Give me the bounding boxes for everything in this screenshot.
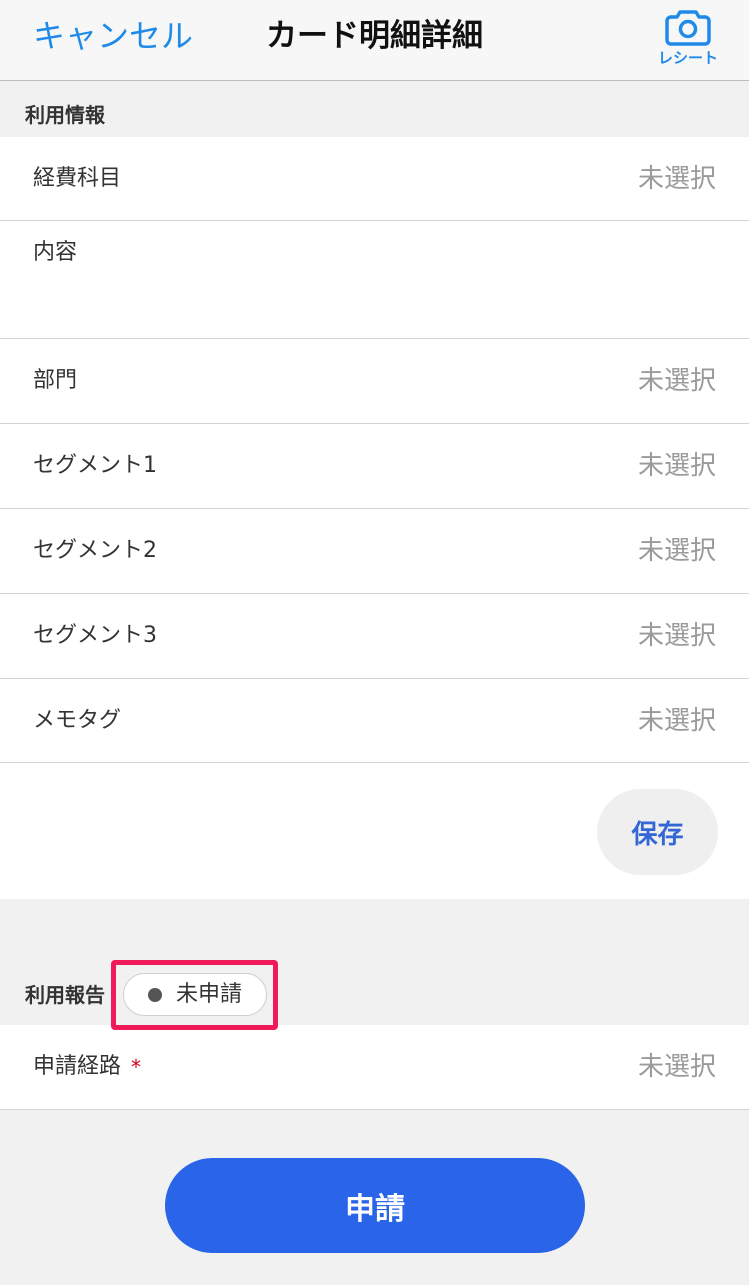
nav-header: キャンセル カード明細詳細 レシート bbox=[0, 0, 749, 81]
memo-tag-row[interactable]: メモタグ 未選択 bbox=[0, 679, 749, 763]
row-label: 部門 bbox=[33, 368, 78, 393]
approval-route-label: 申請経路 * bbox=[33, 1052, 141, 1082]
receipt-button[interactable]: レシート bbox=[648, 6, 728, 72]
row-label: 経費科目 bbox=[33, 165, 122, 191]
row-value: 未選択 bbox=[637, 536, 716, 566]
content-row[interactable]: 内容 bbox=[0, 221, 749, 339]
row-label: セグメント3 bbox=[33, 623, 157, 648]
approval-route-row[interactable]: 申請経路 * 未選択 bbox=[0, 1025, 749, 1110]
usage-info-list: 経費科目 未選択 内容 部門 未選択 セグメント1 未選択 セグメント2 未選択… bbox=[0, 137, 749, 899]
required-mark: * bbox=[131, 1055, 142, 1079]
expense-account-row[interactable]: 経費科目 未選択 bbox=[0, 137, 749, 221]
segment-2-row[interactable]: セグメント2 未選択 bbox=[0, 509, 749, 594]
row-value: 未選択 bbox=[637, 366, 716, 396]
save-area: 保存 bbox=[0, 763, 749, 899]
cancel-button[interactable]: キャンセル bbox=[33, 13, 193, 59]
row-label: セグメント2 bbox=[33, 538, 157, 563]
row-label: セグメント1 bbox=[33, 453, 157, 478]
camera-icon bbox=[665, 10, 711, 46]
status-dot-icon bbox=[148, 988, 162, 1002]
department-row[interactable]: 部門 未選択 bbox=[0, 339, 749, 424]
approval-route-value: 未選択 bbox=[637, 1052, 716, 1082]
row-value: 未選択 bbox=[637, 621, 716, 651]
usage-info-section-header: 利用情報 bbox=[0, 81, 749, 137]
status-label: 未申請 bbox=[176, 982, 243, 1007]
save-button[interactable]: 保存 bbox=[597, 789, 718, 875]
usage-report-section-header: 利用報告 未申請 bbox=[0, 899, 749, 1030]
page-title: カード明細詳細 bbox=[266, 18, 483, 54]
approval-route-label-text: 申請経路 bbox=[33, 1054, 122, 1079]
submit-button[interactable]: 申請 bbox=[165, 1158, 585, 1253]
row-value: 未選択 bbox=[637, 163, 716, 194]
row-value: 未選択 bbox=[637, 451, 716, 481]
row-label: 内容 bbox=[33, 240, 78, 265]
usage-info-title: 利用情報 bbox=[25, 103, 105, 127]
segment-3-row[interactable]: セグメント3 未選択 bbox=[0, 594, 749, 679]
row-value: 未選択 bbox=[637, 705, 716, 736]
usage-report-title: 利用報告 bbox=[25, 983, 105, 1007]
status-badge: 未申請 bbox=[123, 973, 267, 1016]
segment-1-row[interactable]: セグメント1 未選択 bbox=[0, 424, 749, 509]
receipt-label: レシート bbox=[657, 49, 718, 67]
row-label: メモタグ bbox=[33, 707, 122, 733]
